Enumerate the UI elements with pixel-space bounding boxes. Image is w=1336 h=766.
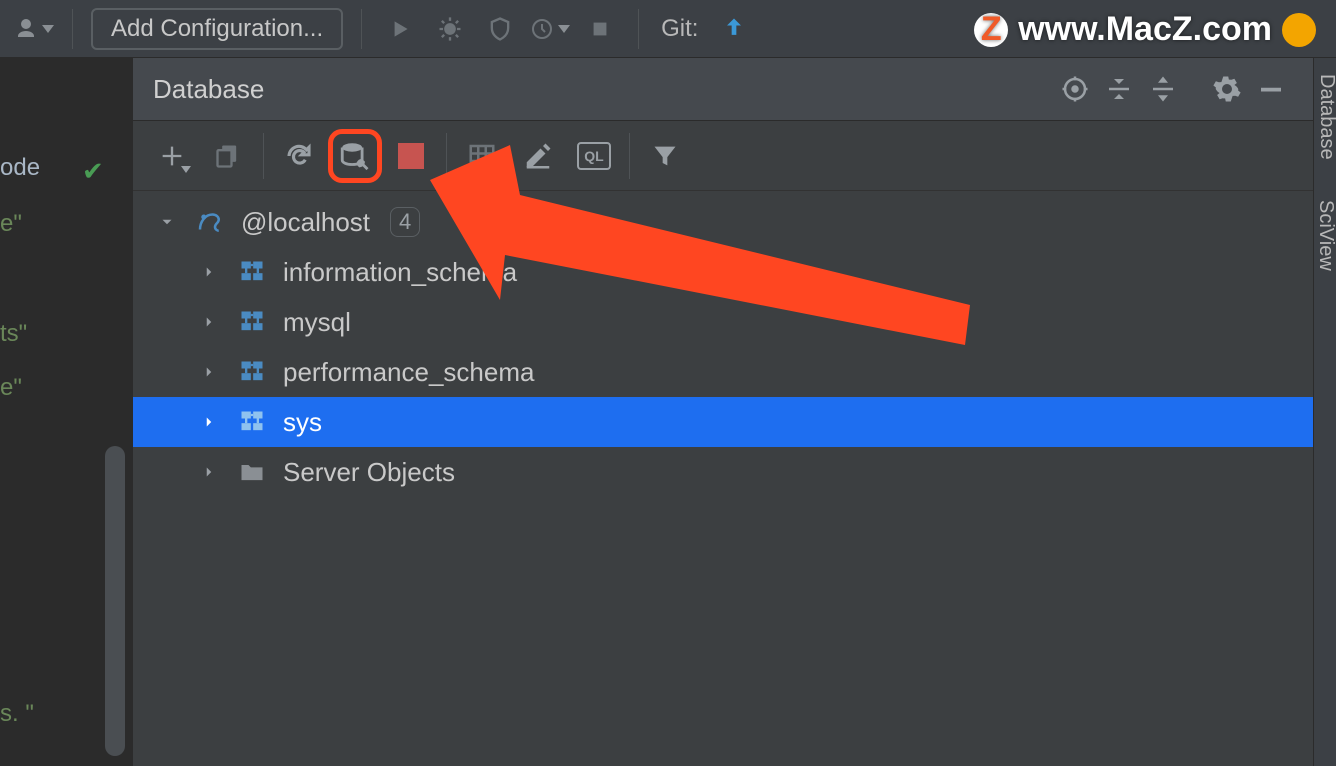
minimize-panel-icon[interactable] (1249, 67, 1293, 111)
chevron-right-icon (197, 363, 221, 381)
schema-icon (235, 308, 269, 336)
tree-schema-row[interactable]: mysql (133, 297, 1313, 347)
code-fragment: e" (0, 374, 22, 402)
user-menu-icon[interactable] (14, 9, 54, 49)
duplicate-icon[interactable] (201, 129, 255, 183)
code-fragment: s. " (0, 700, 34, 728)
expand-all-icon[interactable] (1141, 67, 1185, 111)
filter-icon[interactable] (638, 129, 692, 183)
tree-item-label: mysql (283, 307, 351, 338)
settings-icon[interactable] (1205, 67, 1249, 111)
inspection-ok-icon: ✔ (82, 156, 104, 187)
schema-icon (235, 358, 269, 386)
add-configuration-button[interactable]: Add Configuration... (91, 8, 343, 50)
svg-text:QL: QL (584, 148, 604, 164)
tree-connection-row[interactable]: @localhost 4 (133, 197, 1313, 247)
tree-item-label: sys (283, 407, 322, 438)
refresh-icon[interactable] (272, 129, 326, 183)
editor-scrollbar-thumb[interactable] (105, 446, 125, 756)
toolbar-separator (263, 133, 264, 179)
panel-title: Database (153, 74, 264, 105)
query-console-icon[interactable]: QL (567, 129, 621, 183)
disconnect-icon[interactable] (384, 129, 438, 183)
code-fragment: ode (0, 154, 40, 182)
database-panel-body: QL @localhost 4 information_schema (133, 121, 1313, 766)
locate-icon[interactable] (1053, 67, 1097, 111)
toolbar-separator (638, 9, 639, 49)
tree-item-label: Server Objects (283, 457, 455, 488)
chevron-right-icon (197, 263, 221, 281)
table-view-icon[interactable] (455, 129, 509, 183)
tree-schema-row[interactable]: information_schema (133, 247, 1313, 297)
database-toolbar: QL (133, 121, 1313, 191)
run-icon[interactable] (380, 9, 420, 49)
tree-connection-label: @localhost (241, 207, 370, 238)
datasource-properties-icon[interactable] (328, 129, 382, 183)
right-tool-strip: Database SciView (1313, 58, 1336, 766)
profiler-icon[interactable] (530, 9, 570, 49)
folder-icon (235, 458, 269, 486)
collapse-all-icon[interactable] (1097, 67, 1141, 111)
stop-icon[interactable] (580, 9, 620, 49)
add-datasource-icon[interactable] (145, 129, 199, 183)
mysql-connection-icon (193, 207, 227, 237)
tree-folder-row[interactable]: Server Objects (133, 447, 1313, 497)
coverage-icon[interactable] (480, 9, 520, 49)
code-fragment: e" (0, 210, 22, 238)
chevron-right-icon (197, 313, 221, 331)
chevron-right-icon (197, 413, 221, 431)
schema-icon (235, 408, 269, 436)
tree-schema-row-selected[interactable]: sys (133, 397, 1313, 447)
toolbar-separator (361, 9, 362, 49)
schema-icon (235, 258, 269, 286)
toolbar-separator (72, 9, 73, 49)
database-tree: @localhost 4 information_schema mysql (133, 191, 1313, 497)
add-configuration-label: Add Configuration... (111, 15, 323, 43)
tree-item-label: information_schema (283, 257, 517, 288)
chevron-right-icon (197, 463, 221, 481)
chevron-down-icon (155, 213, 179, 231)
git-update-icon[interactable] (714, 9, 754, 49)
right-tab-database[interactable]: Database (1314, 58, 1336, 160)
edit-icon[interactable] (511, 129, 565, 183)
database-panel-header: Database (133, 58, 1313, 121)
tree-schema-row[interactable]: performance_schema (133, 347, 1313, 397)
right-tab-sciview[interactable]: SciView (1314, 160, 1336, 271)
git-label: Git: (661, 15, 698, 43)
toolbar-separator (446, 133, 447, 179)
toolbar-separator (629, 133, 630, 179)
debug-icon[interactable] (430, 9, 470, 49)
code-fragment: ts" (0, 320, 27, 348)
tree-connection-count: 4 (390, 207, 420, 237)
main-toolbar: Add Configuration... Git: (0, 0, 1336, 58)
tree-item-label: performance_schema (283, 357, 534, 388)
editor-gutter-fragment: ✔ ode e" ts" e" s. " (0, 58, 133, 766)
